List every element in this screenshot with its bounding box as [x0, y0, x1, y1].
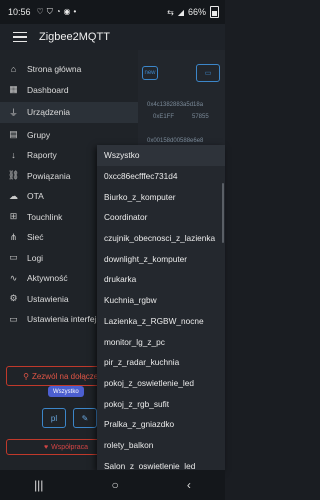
sidebar-item-label: Ustawienia: [27, 293, 69, 304]
status-time: 10:56: [8, 7, 31, 17]
monitor-icon: ▭: [9, 313, 18, 324]
dot-icon: •: [73, 7, 77, 16]
monitor-icon: ▭: [204, 70, 212, 77]
home-icon: ⌂: [10, 64, 17, 75]
cloud-icon: ☁: [9, 190, 18, 201]
dropdown-option[interactable]: pokoj_z_oswietlenie_led: [97, 373, 225, 394]
sidebar-item-label: Raporty: [27, 150, 57, 161]
home-button-icon[interactable]: ○: [112, 478, 119, 492]
dropdown-option[interactable]: Coordinator: [97, 207, 225, 228]
groups-icon: ▤: [9, 129, 18, 140]
arrow-down-icon: ↓: [11, 150, 16, 161]
pulse-icon: ∿: [9, 272, 18, 283]
heart-icon: ♥: [43, 443, 49, 451]
permit-join-target-badge[interactable]: Wszystko: [48, 386, 84, 397]
battery-percent: 66%: [187, 7, 206, 17]
sidebar-item-label: Touchlink: [27, 211, 63, 222]
android-nav-bar: ||| ○ ‹: [0, 470, 225, 500]
sidebar-item-label: Powiązania: [27, 170, 71, 181]
edit-icon: ✎: [81, 413, 89, 423]
plug-icon: ⏚: [8, 107, 18, 118]
theme-button[interactable]: ✎: [73, 408, 97, 428]
cast-icon: ⇆: [167, 7, 174, 17]
signal-icon: ◢: [177, 7, 184, 17]
dashboard-icon: ▦: [9, 84, 18, 95]
sidebar-item-dashboard[interactable]: ▦ Dashboard: [0, 80, 138, 101]
ieee-address: 0x00158d00588e6e8: [147, 138, 204, 144]
settings-icon: ⚙: [9, 293, 18, 304]
dropdown-option[interactable]: downlight_z_komputer: [97, 248, 225, 269]
dropdown-option[interactable]: 0xcc86ecfffec731d4: [97, 166, 225, 187]
heart-icon: ♡: [36, 7, 44, 16]
dropdown-option[interactable]: Wszystko: [97, 145, 225, 166]
language-button[interactable]: pl: [42, 408, 66, 428]
dropdown-option[interactable]: pir_z_radar_kuchnia: [97, 352, 225, 373]
location-icon: ◉: [63, 7, 71, 16]
shield-icon: ⛉: [46, 7, 53, 16]
new-button[interactable]: new: [142, 66, 158, 80]
dropdown-option[interactable]: czujnik_obecnosci_z_lazienka: [97, 228, 225, 249]
sidebar-item-home[interactable]: ⌂ Strona główna: [0, 59, 138, 80]
dropdown-option[interactable]: pokoj_z_rgb_sufit: [97, 393, 225, 414]
sidebar-item-label: Strona główna: [27, 64, 82, 75]
sidebar-item-label: Dashboard: [27, 84, 69, 95]
network-address-decimal: 57855: [192, 114, 209, 120]
dropdown-option[interactable]: Pralka_z_gniazdko: [97, 414, 225, 435]
touchlink-icon: ⊞: [9, 211, 18, 222]
link-icon: ⛓: [7, 170, 20, 181]
network-address: 0xE1FF: [153, 114, 175, 120]
dropdown-option[interactable]: Salon_z_oswietlenie_led: [97, 455, 225, 470]
recent-apps-icon[interactable]: |||: [34, 478, 43, 492]
screen-button[interactable]: ▭: [196, 64, 220, 82]
dropdown-option[interactable]: monitor_lg_z_pc: [97, 331, 225, 352]
wifi-icon: ◔: [55, 7, 61, 16]
sidebar-item-label: Ustawienia interfejsu: [27, 314, 106, 325]
dropdown-option[interactable]: drukarka: [97, 269, 225, 290]
sidebar-item-label: Grupy: [27, 129, 51, 140]
status-bar: 10:56 ♡ ⛉ ◔ ◉ • ⇆ ◢ 66%: [0, 0, 225, 24]
sidebar-item-label: Sieć: [27, 232, 44, 243]
sidebar-item-groups[interactable]: ▤ Grupy: [0, 125, 138, 146]
sidebar-item-label: Logi: [27, 252, 44, 263]
dropdown-option[interactable]: Biurko_z_komputer: [97, 186, 225, 207]
app-bar: Zigbee2MQTT: [0, 24, 225, 50]
hamburger-menu-icon[interactable]: [13, 31, 27, 43]
dropdown-option[interactable]: rolety_balkon: [97, 435, 225, 456]
sidebar-item-label: Aktywność: [27, 273, 68, 284]
sidebar-item-label: OTA: [27, 191, 44, 202]
app-title: Zigbee2MQTT: [39, 31, 110, 43]
status-notification-icons: ♡ ⛉ ◔ ◉ •: [37, 7, 77, 17]
antenna-icon: ⚲: [23, 371, 29, 381]
dropdown-option[interactable]: Lazienka_z_RGBW_nocne: [97, 311, 225, 332]
sidebar-item-label: Urządzenia: [27, 107, 70, 118]
device-select-dropdown[interactable]: Wszystko 0xcc86ecfffec731d4 Biurko_z_kompu…: [97, 145, 225, 470]
ieee-address: 0x4c1382883a5d18a: [147, 102, 204, 108]
sidebar-item-plug[interactable]: ⏚ Urządzenia: [0, 102, 138, 123]
back-icon[interactable]: ‹: [187, 478, 191, 492]
dropdown-option[interactable]: Kuchnia_rgbw: [97, 290, 225, 311]
network-icon: ⋔: [9, 231, 18, 242]
logs-icon: ▭: [9, 252, 18, 263]
battery-icon: [210, 6, 219, 18]
dropdown-scrollbar[interactable]: [222, 183, 224, 243]
